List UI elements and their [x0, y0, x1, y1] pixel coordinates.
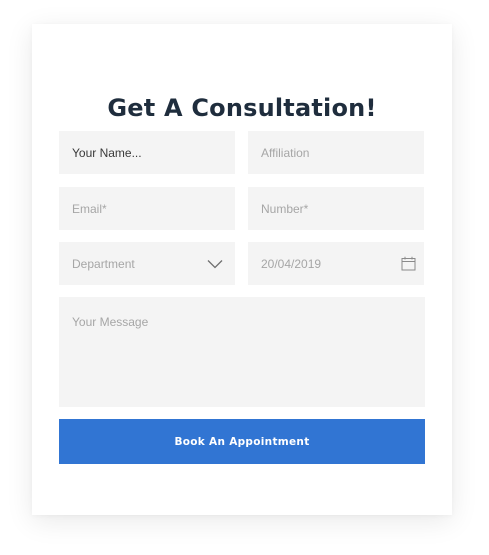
date-input[interactable]: 20/04/2019 [248, 242, 424, 285]
message-placeholder: Your Message [72, 315, 149, 329]
email-input[interactable]: Email* [59, 187, 235, 230]
name-input[interactable]: Your Name... [59, 131, 235, 174]
form-title: Get A Consultation! [107, 94, 377, 122]
calendar-icon[interactable] [401, 256, 416, 271]
email-placeholder: Email* [72, 201, 107, 216]
message-textarea[interactable]: Your Message [59, 297, 425, 407]
affiliation-placeholder: Affiliation [261, 145, 310, 160]
chevron-down-icon [207, 260, 223, 269]
number-input[interactable]: Number* [248, 187, 424, 230]
date-value: 20/04/2019 [261, 256, 322, 271]
number-placeholder: Number* [261, 201, 309, 216]
name-input-value: Your Name... [72, 145, 142, 160]
book-appointment-button[interactable]: Book An Appointment [59, 419, 425, 464]
department-selected-value: Department [72, 256, 135, 271]
affiliation-input[interactable]: Affiliation [248, 131, 424, 174]
department-select[interactable]: Department [59, 242, 235, 285]
book-appointment-label: Book An Appointment [174, 435, 310, 448]
